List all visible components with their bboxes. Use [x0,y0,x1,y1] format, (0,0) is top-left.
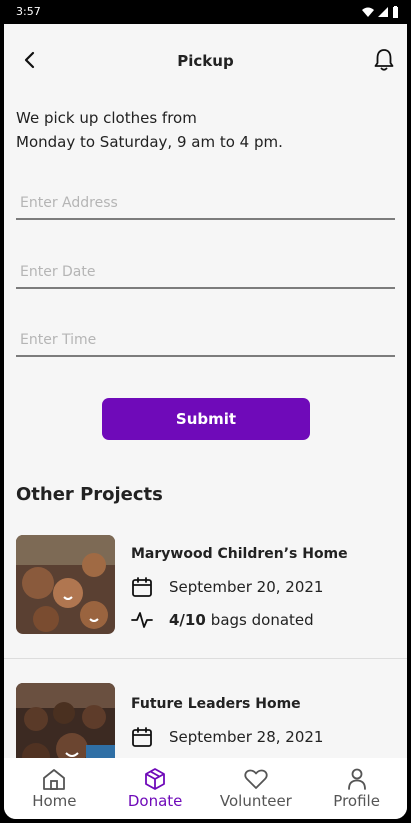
project-photo [16,535,115,634]
wifi-icon [362,7,374,17]
nav-volunteer[interactable]: Volunteer [206,758,307,819]
page-title: Pickup [177,52,234,70]
project-date-row: September 28, 2021 [131,726,323,748]
nav-donate[interactable]: Donate [105,758,206,819]
nav-home[interactable]: Home [4,758,105,819]
home-icon [43,769,66,790]
project-card[interactable]: Marywood Children’s Home September 20, 2… [4,530,407,678]
nav-profile[interactable]: Profile [306,758,407,819]
calendar-icon [132,727,152,747]
heart-icon [244,769,268,789]
time-field[interactable] [16,325,395,357]
project-name: Marywood Children’s Home [131,546,348,562]
divider [4,658,407,659]
signal-icon [378,7,388,17]
nav-profile-label: Profile [333,792,380,810]
calendar-icon [132,577,152,597]
bell-icon[interactable] [373,48,395,72]
app-bar: Pickup [4,24,407,98]
status-time: 3:57 [16,5,41,18]
other-projects-title: Other Projects [16,484,163,505]
project-date: September 20, 2021 [169,578,324,596]
bottom-nav: Home Donate Volunteer Profile [4,758,407,819]
project-date-row: September 20, 2021 [131,576,323,598]
bags-count: 4/10 [169,611,206,629]
nav-volunteer-label: Volunteer [219,792,292,810]
status-bar: 3:57 [4,0,407,24]
app-screen: 3:57 Pickup We pick up clothes from Mond… [4,0,407,819]
nav-home-label: Home [32,792,77,810]
submit-button[interactable]: Submit [102,398,310,440]
pickup-info-line2: Monday to Saturday, 9 am to 4 pm. [16,133,283,151]
pickup-info-line1: We pick up clothes from [16,109,197,127]
status-icons [362,6,399,18]
box-icon [145,768,166,790]
project-bags-row: 4/10 bags donated [131,609,314,631]
project-name: Future Leaders Home [131,696,301,712]
nav-donate-label: Donate [127,792,183,810]
date-field[interactable] [16,257,395,289]
person-icon [347,768,366,790]
activity-icon [131,612,153,628]
bags-text: bags donated [210,611,314,629]
project-date: September 28, 2021 [169,728,324,746]
pickup-info: We pick up clothes from Monday to Saturd… [16,106,396,154]
address-field[interactable] [16,188,395,220]
battery-icon [393,6,398,18]
